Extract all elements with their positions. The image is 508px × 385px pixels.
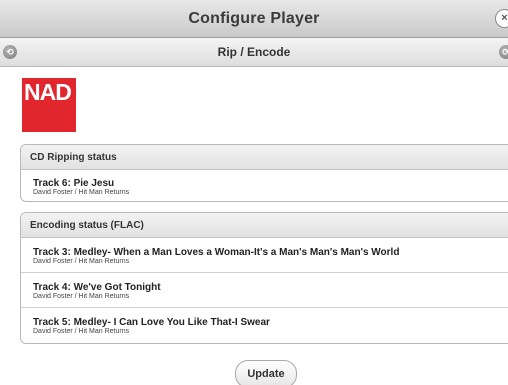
track-artist-album: David Foster / Hit Man Returns: [33, 328, 130, 335]
list-item: Track 6: Pie Jesu David Foster / Hit Man…: [21, 170, 508, 201]
close-icon[interactable]: ×: [495, 9, 508, 28]
track-title: Track 6: Pie Jesu: [33, 178, 115, 189]
track-title: Track 4: We've Got Tonight: [33, 282, 161, 293]
track-title: Track 3: Medley- When a Man Loves a Woma…: [33, 247, 400, 258]
back-icon[interactable]: ⟲: [3, 45, 17, 59]
page-title: Rip / Encode: [217, 45, 291, 59]
nad-logo: NAD: [22, 78, 76, 132]
track-artist-album: David Foster / Hit Man Returns: [33, 258, 130, 265]
track-artist-album: David Foster / Hit Man Returns: [33, 293, 130, 300]
encoding-panel: Encoding status (FLAC) Track 3: Medley- …: [20, 212, 508, 344]
encoding-header: Encoding status (FLAC): [21, 213, 508, 238]
list-item: Track 3: Medley- When a Man Loves a Woma…: [21, 238, 508, 273]
refresh-icon[interactable]: ⟳: [499, 45, 508, 59]
nav-bar: ⟲ Rip / Encode ⟳: [0, 38, 508, 67]
track-title: Track 5: Medley- I Can Love You Like Tha…: [33, 317, 270, 328]
list-item: Track 4: We've Got Tonight David Foster …: [21, 273, 508, 308]
cd-ripping-header: CD Ripping status: [21, 145, 508, 170]
window-title: Configure Player: [188, 9, 320, 27]
cd-ripping-panel: CD Ripping status Track 6: Pie Jesu Davi…: [20, 144, 508, 202]
title-bar: Configure Player ×: [0, 0, 508, 38]
update-button[interactable]: Update: [235, 360, 297, 385]
list-item: Track 5: Medley- I Can Love You Like Tha…: [21, 308, 508, 343]
track-artist-album: David Foster / Hit Man Returns: [33, 189, 130, 196]
